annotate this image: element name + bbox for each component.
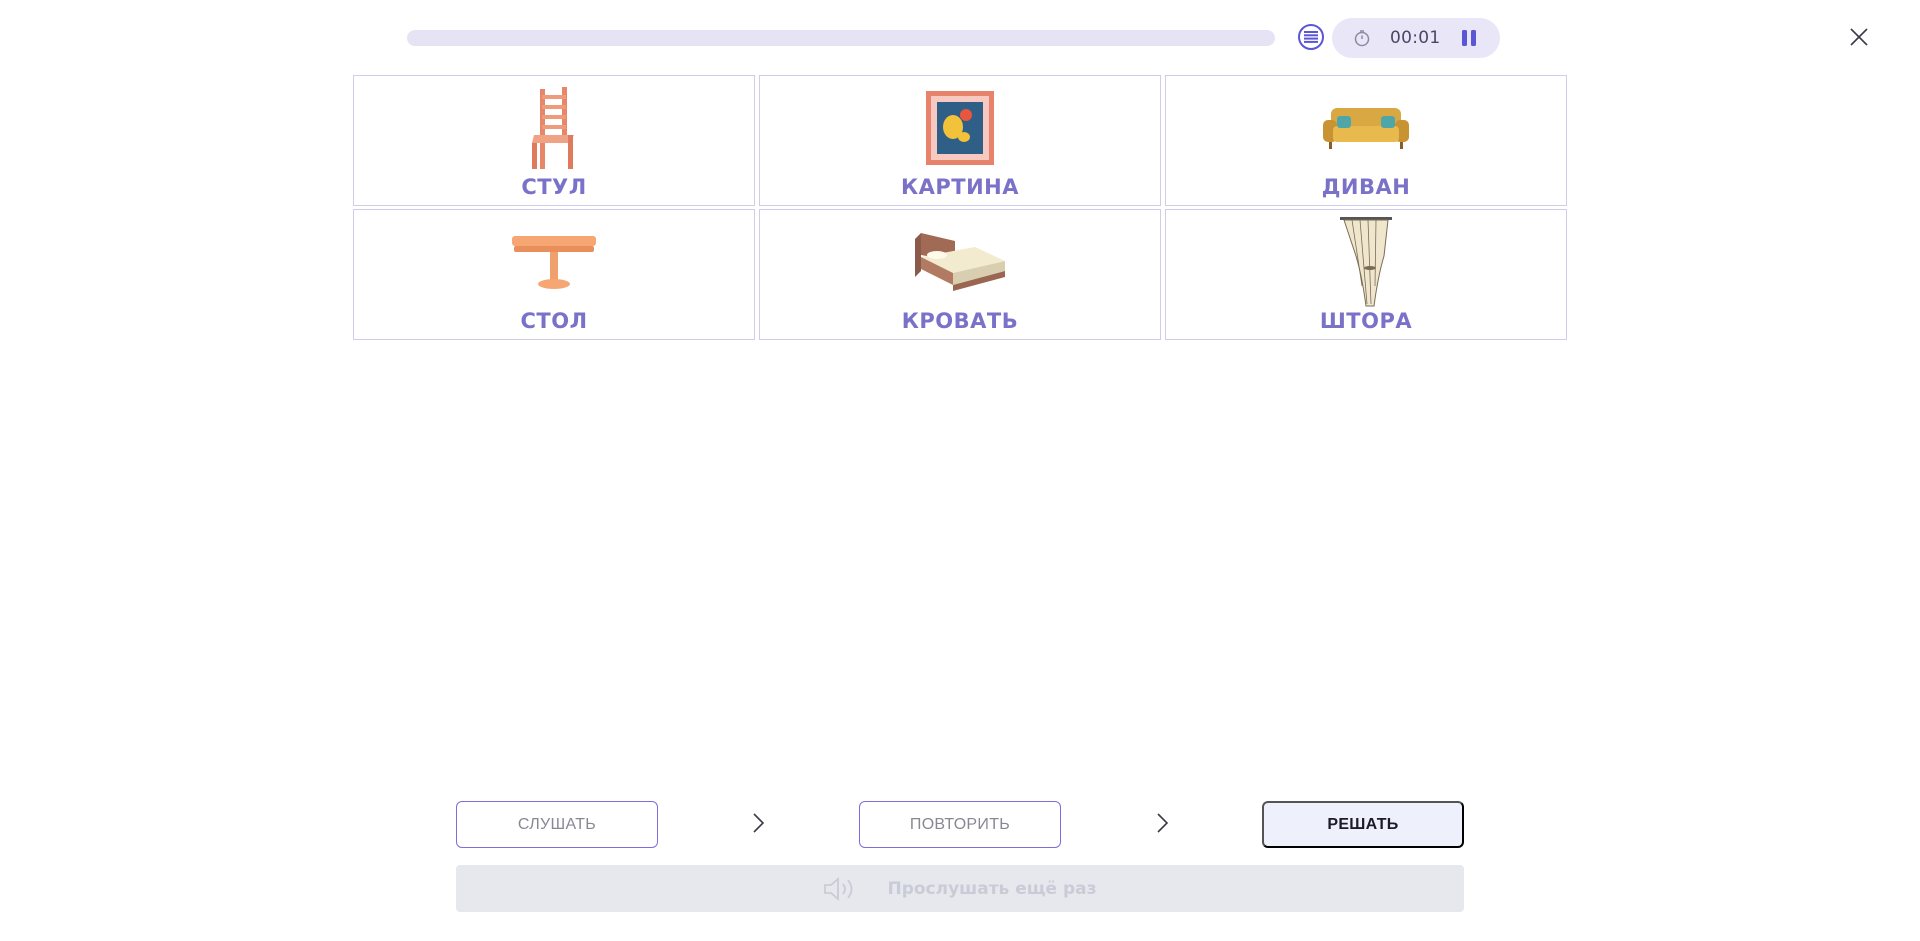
- replay-audio-button[interactable]: Прослушать ещё раз: [456, 865, 1464, 912]
- replay-label: Прослушать ещё раз: [887, 878, 1097, 899]
- sofa-image: [1316, 84, 1416, 172]
- timer-value: 00:01: [1390, 28, 1441, 48]
- curtain-image: [1316, 217, 1416, 307]
- word-card[interactable]: ДИВАН: [1165, 75, 1567, 206]
- word-card[interactable]: КРОВАТЬ: [759, 209, 1161, 340]
- timer-pill: 00:01: [1332, 18, 1500, 58]
- card-word: СТУЛ: [521, 175, 587, 199]
- card-word: СТОЛ: [520, 309, 588, 333]
- card-word: КАРТИНА: [900, 175, 1020, 199]
- card-word: ДИВАН: [1321, 175, 1411, 199]
- list-icon[interactable]: [1298, 24, 1324, 50]
- word-card[interactable]: КАРТИНА: [759, 75, 1161, 206]
- word-card[interactable]: СТОЛ: [353, 209, 755, 340]
- progress-bar: [407, 30, 1275, 46]
- card-word: ШТОРА: [1319, 309, 1413, 333]
- table-image: [504, 218, 604, 306]
- word-card[interactable]: СТУЛ: [353, 75, 755, 206]
- speaker-icon: [823, 876, 857, 902]
- close-icon[interactable]: [1846, 24, 1872, 50]
- pause-icon[interactable]: [1459, 28, 1479, 48]
- top-bar: 00:01: [0, 0, 1920, 75]
- chevron-right-icon: [1152, 811, 1172, 835]
- bed-image: [910, 218, 1010, 306]
- solve-button[interactable]: РЕШАТЬ: [1262, 801, 1464, 848]
- repeat-button[interactable]: ПОВТОРИТЬ: [859, 801, 1061, 848]
- word-card-grid: СТУЛ КАРТИНА ДИВАН СТОЛ КРОВАТЬ ШТОРА: [353, 75, 1568, 340]
- picture-image: [910, 84, 1010, 172]
- listen-button[interactable]: СЛУШАТЬ: [456, 801, 658, 848]
- chair-image: [504, 84, 604, 172]
- card-word: КРОВАТЬ: [901, 309, 1019, 333]
- chevron-right-icon: [748, 811, 768, 835]
- stopwatch-icon: [1352, 28, 1372, 48]
- word-card[interactable]: ШТОРА: [1165, 209, 1567, 340]
